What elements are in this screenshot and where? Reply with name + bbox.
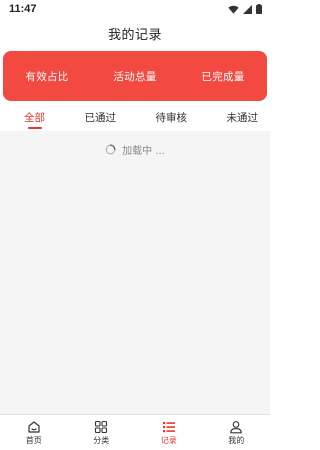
page-title: 我的记录 [107, 27, 162, 43]
header: 我的记录 [0, 20, 270, 46]
home-icon [28, 420, 40, 433]
stat-completed: 已完成量 [201, 70, 245, 83]
tab-pending[interactable]: 待审核 [156, 104, 188, 130]
tabbar-records-label: 记录 [160, 435, 177, 445]
loading-indicator: 加载中 ... [0, 140, 270, 158]
user-icon [230, 420, 242, 433]
tabbar-home-label: 首页 [25, 435, 42, 445]
stat-total-activities: 活动总量 [113, 70, 157, 83]
tabbar-category[interactable]: 分类 [76, 415, 126, 450]
list-icon [162, 421, 175, 432]
tab-pending-label: 待审核 [155, 111, 188, 124]
status-bar: 11:47 [0, 0, 270, 18]
signal-icon [243, 4, 252, 14]
spinner-icon [105, 144, 116, 154]
battery-icon [256, 4, 262, 14]
grid-icon [95, 420, 108, 433]
filter-tabs: 全部 已通过 待审核 未通过 [0, 104, 270, 130]
tabbar-category-label: 分类 [93, 435, 110, 445]
tab-approved-label: 已通过 [84, 111, 117, 124]
stat-valid-ratio: 有效占比 [25, 70, 69, 83]
tab-all[interactable]: 全部 [24, 104, 45, 130]
wifi-icon [228, 5, 239, 14]
status-time: 11:47 [9, 3, 37, 15]
tab-rejected-label: 未通过 [226, 111, 259, 124]
bottom-tabbar: 首页 分类 记录 我的 [0, 414, 270, 450]
loading-text: 加载中 ... [122, 145, 165, 157]
tabbar-profile[interactable]: 我的 [211, 415, 261, 450]
status-icons [228, 4, 262, 14]
tab-active-indicator [27, 127, 42, 129]
tab-all-label: 全部 [24, 111, 45, 124]
tab-approved[interactable]: 已通过 [85, 104, 117, 130]
tabbar-records[interactable]: 记录 [144, 415, 194, 450]
record-list[interactable] [0, 131, 270, 414]
tabbar-profile-label: 我的 [228, 435, 245, 445]
tab-rejected[interactable]: 未通过 [227, 104, 259, 130]
stats-card: 有效占比 活动总量 已完成量 [3, 51, 267, 101]
tabbar-home[interactable]: 首页 [9, 415, 59, 450]
